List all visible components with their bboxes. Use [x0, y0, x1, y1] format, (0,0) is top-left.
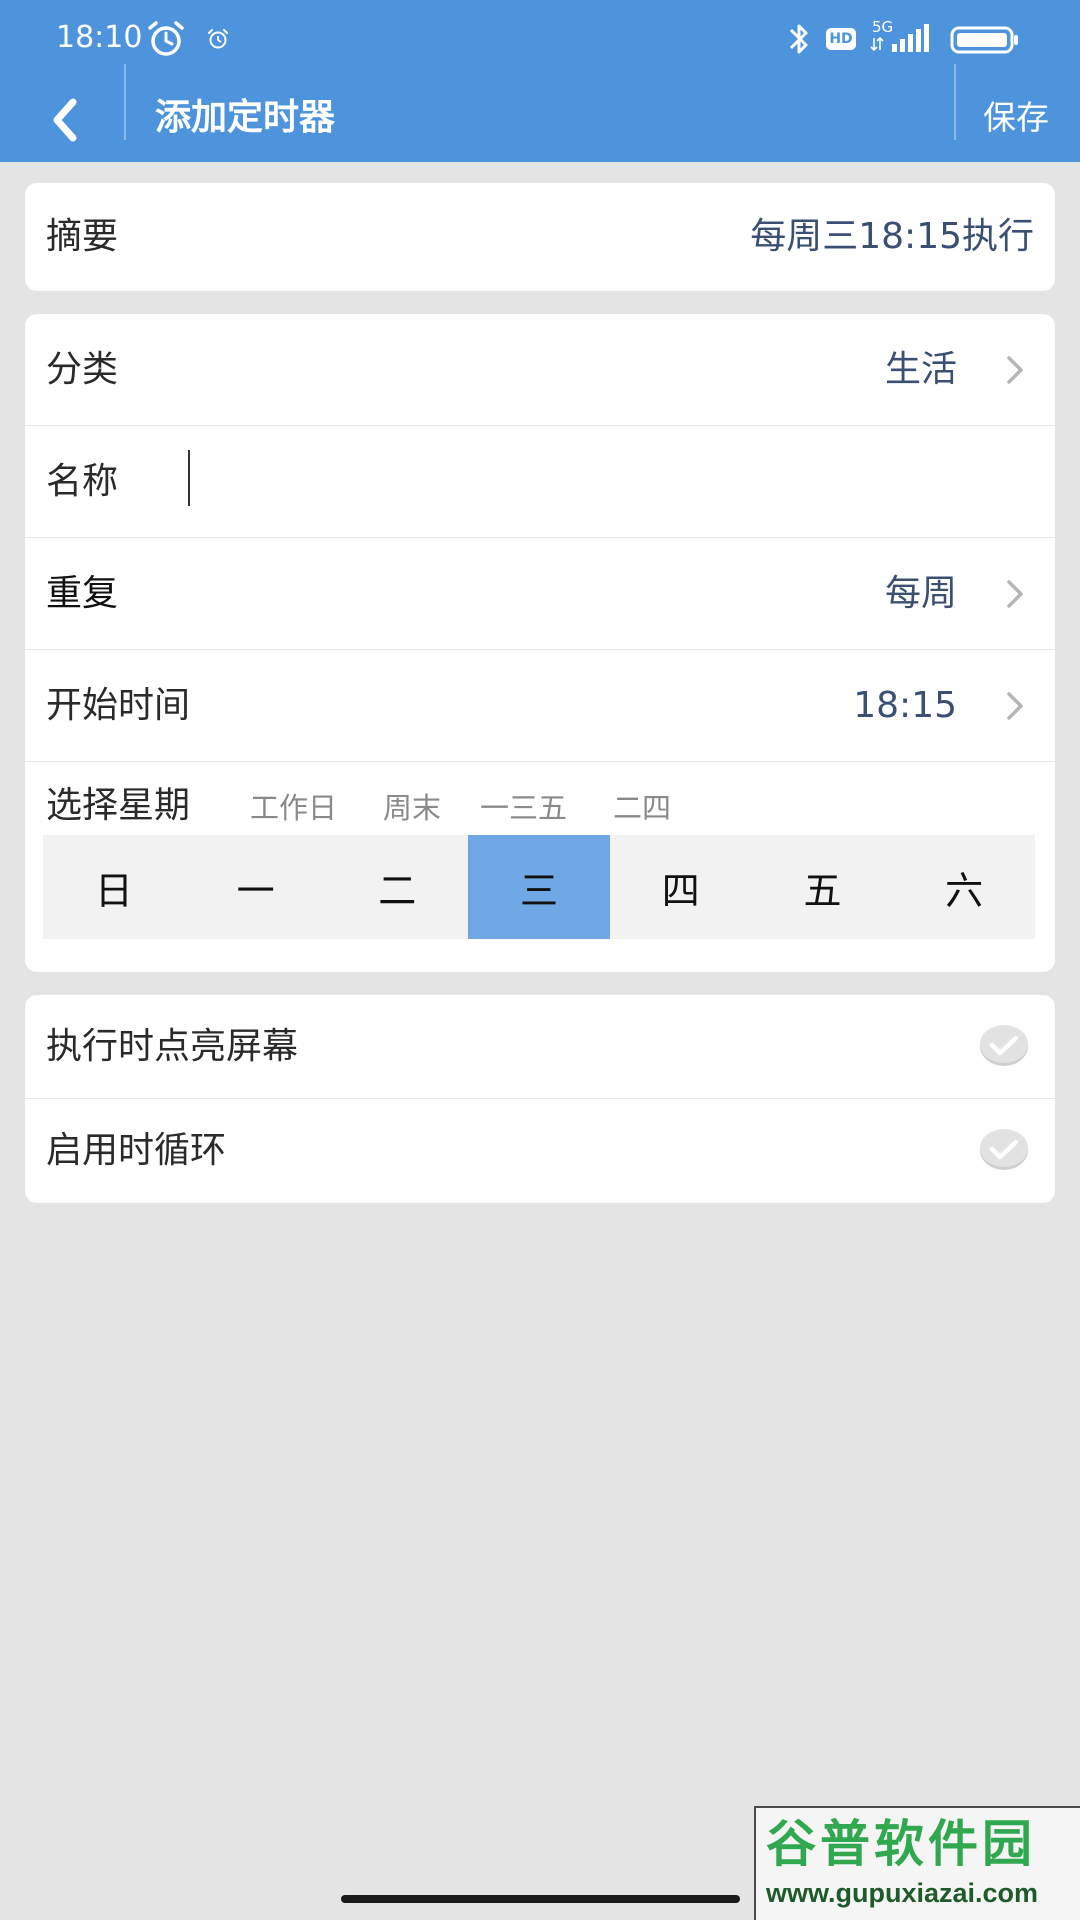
day-sunday[interactable]: 日 — [43, 835, 185, 939]
chevron-right-icon — [1007, 692, 1023, 720]
save-button[interactable]: 保存 — [966, 92, 1066, 144]
preset-tue-thu[interactable]: 二四 — [613, 786, 671, 830]
summary-value: 每周三18:15执行 — [750, 216, 1034, 257]
options-card: 执行时点亮屏幕 启用时循环 — [25, 995, 1055, 1203]
chevron-right-icon — [1007, 580, 1023, 608]
loop-label: 启用时循环 — [46, 1130, 227, 1171]
alarm-icon — [148, 21, 184, 56]
repeat-value: 每周 — [884, 573, 957, 614]
category-row[interactable]: 分类 生活 — [25, 314, 1055, 426]
preset-workdays[interactable]: 工作日 — [250, 786, 337, 830]
watermark-url: www.gupuxiazai.com — [766, 1878, 1039, 1908]
start-time-value: 18:15 — [853, 685, 957, 726]
wake-screen-label: 执行时点亮屏幕 — [46, 1026, 299, 1067]
chevron-left-icon — [53, 98, 77, 142]
page-title: 添加定时器 — [155, 97, 336, 138]
day-friday[interactable]: 五 — [752, 835, 894, 939]
weekday-picker-label: 选择星期 — [46, 785, 191, 826]
name-label: 名称 — [46, 461, 119, 502]
wake-screen-check-icon[interactable] — [978, 1023, 1030, 1069]
timer-settings-card: 分类 生活 名称 重复 每周 开始时间 18:15 选择星期 工作日 周末 一三… — [25, 314, 1055, 972]
day-saturday[interactable]: 六 — [893, 835, 1035, 939]
loop-row: 启用时循环 — [25, 1099, 1055, 1203]
day-wednesday[interactable]: 三 — [468, 835, 610, 939]
loop-check-icon[interactable] — [978, 1127, 1030, 1173]
app-header: 18:10 HD 5G 添加定时器 保存 — [0, 0, 1080, 162]
bluetooth-icon — [789, 24, 808, 54]
start-time-row[interactable]: 开始时间 18:15 — [25, 650, 1055, 762]
home-indicator[interactable] — [341, 1895, 740, 1903]
screen: 18:10 HD 5G 添加定时器 保存 摘要 每周三18:15执行 分类 生活… — [0, 0, 1080, 1920]
weekday-picker: 日 一 二 三 四 五 六 — [43, 835, 1035, 939]
chevron-right-icon — [1007, 356, 1023, 384]
repeat-row[interactable]: 重复 每周 — [25, 538, 1055, 650]
signal-icon: 5G — [870, 18, 929, 52]
title-bar: 添加定时器 保存 — [0, 64, 1080, 162]
start-time-label: 开始时间 — [46, 685, 191, 726]
back-button[interactable] — [30, 84, 100, 156]
small-alarm-icon — [208, 29, 228, 49]
status-time: 18:10 — [56, 20, 143, 55]
preset-mon-wed-fri[interactable]: 一三五 — [480, 786, 567, 830]
name-input[interactable] — [175, 454, 1019, 512]
watermark: 谷普软件园 www.gupuxiazai.com — [754, 1806, 1080, 1920]
battery-icon — [950, 26, 1018, 54]
status-bar: 18:10 HD 5G — [0, 0, 1080, 78]
day-tuesday[interactable]: 二 — [326, 835, 468, 939]
summary-row: 摘要 每周三18:15执行 — [25, 183, 1055, 291]
category-value: 生活 — [884, 349, 957, 390]
summary-card: 摘要 每周三18:15执行 — [25, 183, 1055, 291]
header-divider-right — [954, 64, 956, 140]
name-row[interactable]: 名称 — [25, 426, 1055, 538]
network-type-label: 5G — [872, 18, 893, 36]
day-thursday[interactable]: 四 — [610, 835, 752, 939]
hd-icon: HD — [826, 28, 856, 50]
watermark-title: 谷普软件园 — [766, 1815, 1036, 1873]
wake-screen-row: 执行时点亮屏幕 — [25, 995, 1055, 1099]
preset-weekend[interactable]: 周末 — [383, 786, 441, 830]
category-label: 分类 — [46, 349, 119, 390]
header-divider-left — [124, 64, 126, 140]
summary-label: 摘要 — [46, 216, 119, 257]
day-monday[interactable]: 一 — [185, 835, 327, 939]
text-cursor — [188, 450, 190, 506]
repeat-label: 重复 — [46, 573, 119, 614]
